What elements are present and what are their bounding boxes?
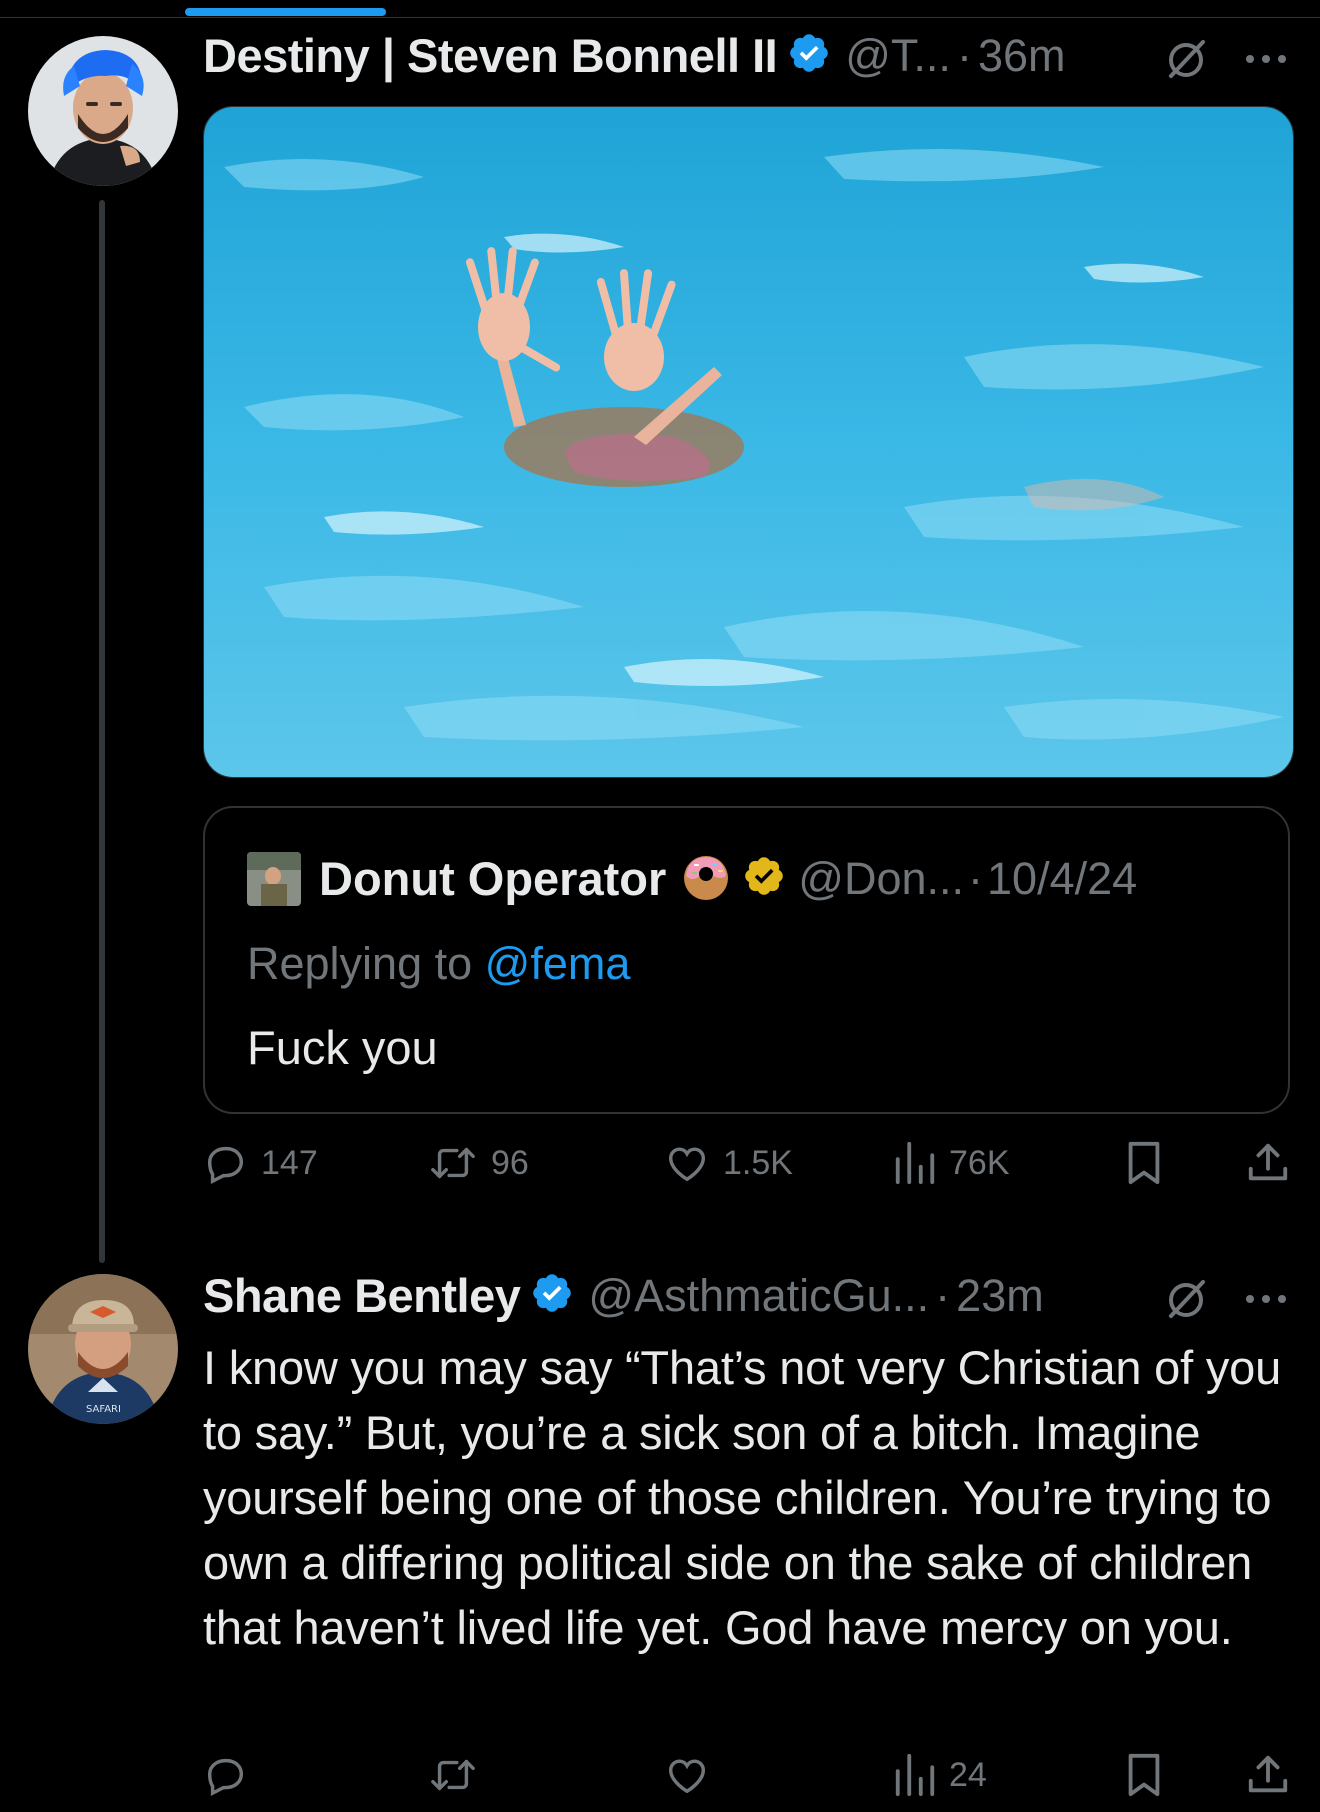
- avatar-destiny[interactable]: [28, 36, 178, 186]
- like-button[interactable]: [663, 1752, 723, 1798]
- tweet-media-image[interactable]: [203, 106, 1294, 778]
- tweet-actions-bar: 147 96 1.5K 76K: [203, 1140, 1313, 1200]
- share-button[interactable]: [1245, 1140, 1291, 1186]
- top-divider: [0, 17, 1320, 18]
- display-name[interactable]: Shane Bentley: [203, 1268, 521, 1323]
- view-count: 76K: [949, 1143, 1010, 1182]
- more-options-icon[interactable]: [1244, 1292, 1288, 1310]
- reply-count: 147: [261, 1143, 318, 1182]
- views-button[interactable]: 24: [893, 1752, 987, 1798]
- tweet-text: I know you may say “That’s not very Chri…: [203, 1341, 1282, 1654]
- quote-avatar: [247, 851, 301, 906]
- timestamp[interactable]: 23m: [956, 1270, 1044, 1322]
- active-tab-indicator: [185, 8, 386, 16]
- heart-icon: [668, 1147, 706, 1182]
- retweet-button[interactable]: [427, 1752, 491, 1798]
- retweet-icon: [431, 1759, 475, 1791]
- bookmark-button[interactable]: [1123, 1752, 1165, 1798]
- quote-handle[interactable]: @Don...: [798, 853, 964, 905]
- mention-link[interactable]: @fema: [485, 938, 631, 989]
- display-name[interactable]: Destiny | Steven Bonnell II: [203, 28, 778, 83]
- retweet-button[interactable]: 96: [427, 1140, 529, 1186]
- more-options-icon[interactable]: [1244, 52, 1288, 70]
- avatar-image: SAFARI: [28, 1274, 178, 1424]
- separator-dot: ·: [968, 852, 984, 904]
- reply-button[interactable]: 147: [203, 1140, 318, 1186]
- verified-org-badge-icon: [742, 854, 786, 903]
- quote-header: Donut Operator @Don... · 10/4/24: [247, 850, 1137, 907]
- separator-dot: ·: [956, 29, 972, 81]
- bookmark-icon: [1128, 1753, 1160, 1797]
- verified-badge-icon: [530, 1271, 574, 1320]
- tweet-actions-bar: 24: [203, 1752, 1313, 1812]
- quote-date: 10/4/24: [987, 852, 1138, 904]
- grok-icon[interactable]: [1163, 36, 1209, 87]
- quote-text: Fuck you: [247, 1021, 438, 1074]
- separator-dot: ·: [935, 1269, 951, 1321]
- reply-icon: [207, 1146, 244, 1185]
- tweet-header: Destiny | Steven Bonnell II @T... · 36m: [203, 28, 1065, 83]
- quote-display-name[interactable]: Donut Operator: [319, 851, 666, 906]
- reply-icon: [207, 1758, 244, 1797]
- avatar-image: [28, 36, 178, 186]
- timestamp[interactable]: 36m: [978, 30, 1066, 82]
- replying-prefix: Replying to: [247, 938, 473, 989]
- bookmark-icon: [1128, 1141, 1160, 1185]
- avatar-shane[interactable]: SAFARI: [28, 1274, 178, 1424]
- verified-badge-icon: [787, 31, 831, 80]
- tweet-header: Shane Bentley @AsthmaticGu... · 23m: [203, 1268, 1044, 1323]
- donut-icon: [680, 850, 732, 907]
- views-button[interactable]: 76K: [893, 1140, 1010, 1186]
- retweet-icon: [431, 1147, 475, 1179]
- view-count: 24: [949, 1755, 987, 1794]
- reply-button[interactable]: [203, 1752, 261, 1798]
- views-chart-icon: [895, 1141, 935, 1185]
- share-icon: [1248, 1755, 1288, 1793]
- share-icon: [1248, 1143, 1288, 1181]
- pool-photo: [204, 107, 1293, 777]
- grok-icon[interactable]: [1163, 1276, 1209, 1327]
- bookmark-button[interactable]: [1123, 1140, 1165, 1186]
- retweet-count: 96: [491, 1143, 529, 1182]
- handle[interactable]: @AsthmaticGu...: [588, 1270, 929, 1322]
- views-chart-icon: [895, 1753, 935, 1797]
- share-button[interactable]: [1245, 1752, 1291, 1798]
- replying-to-line: Replying to @fema: [247, 938, 630, 990]
- like-button[interactable]: 1.5K: [663, 1140, 793, 1186]
- heart-icon: [668, 1759, 706, 1794]
- thread-connector-line: [99, 200, 105, 1263]
- like-count: 1.5K: [723, 1143, 793, 1182]
- quoted-tweet[interactable]: Donut Operator @Don... · 10/4/24 Replyin…: [203, 806, 1290, 1114]
- svg-text:SAFARI: SAFARI: [86, 1404, 121, 1415]
- handle[interactable]: @T...: [845, 30, 951, 82]
